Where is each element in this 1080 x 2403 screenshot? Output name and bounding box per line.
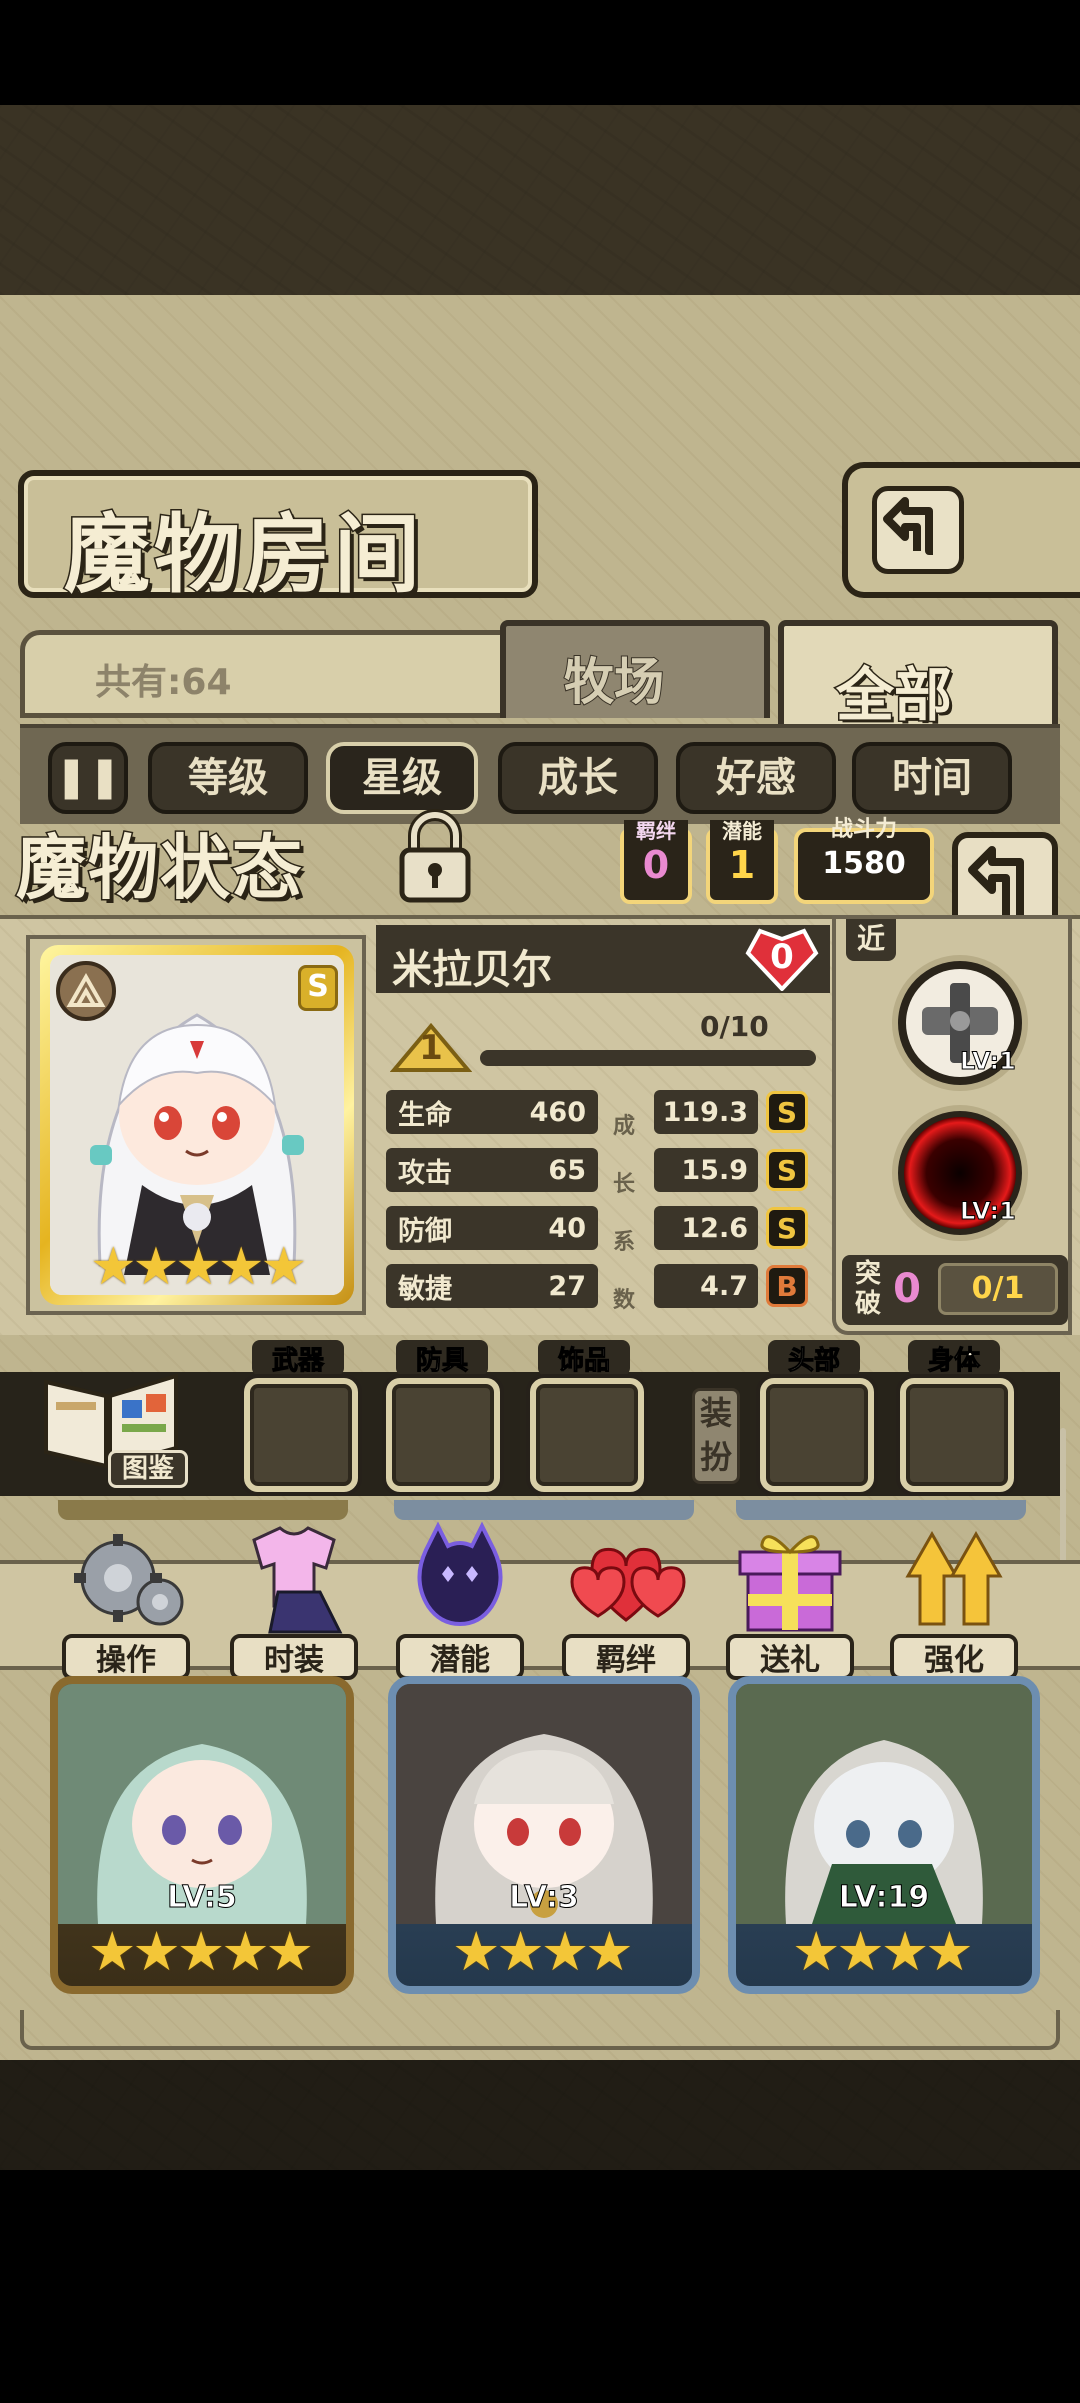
sort-time[interactable]: 时间: [852, 742, 1012, 814]
card-behind-2: [394, 1500, 694, 1520]
growth-coefficient-label: 成长系数: [612, 1114, 635, 1313]
action-operate[interactable]: 操作: [62, 1520, 190, 1680]
skill-panel: 近 LV:1 LV:1 突破 0 0/1: [832, 915, 1072, 1335]
sort-star[interactable]: 星级: [326, 742, 478, 814]
slot-label-armor: 防具: [396, 1340, 488, 1376]
equip-slot-accessory[interactable]: [530, 1378, 644, 1492]
portrait-frame: S ★★★★★: [26, 935, 366, 1315]
monster-name: 米拉贝尔: [392, 947, 552, 993]
skill-slot-1[interactable]: LV:1: [892, 955, 1028, 1091]
tab-ranch[interactable]: 牧场: [500, 620, 770, 718]
action-gift[interactable]: 送礼: [726, 1520, 854, 1680]
map-backdrop-top: [0, 105, 1080, 295]
game-screen: 魔物房间 共有:64 牧场 全部 ❚❚ 等级 星级 成长 好感 时间 魔物状态 …: [0, 0, 1080, 2403]
level-badge: 1: [389, 1020, 473, 1076]
growth-atk: 15.9: [654, 1148, 758, 1192]
gear-icon: [74, 1534, 184, 1626]
card-level: LV:19: [838, 1880, 930, 1916]
upgrade-arrows-icon: [905, 1530, 1003, 1626]
action-bond[interactable]: 羁绊: [562, 1520, 690, 1680]
action-enhance[interactable]: 强化: [890, 1520, 1018, 1680]
padlock-icon: [399, 809, 471, 903]
card-stars: ★★★★: [452, 1920, 634, 1983]
monster-portrait: S ★★★★★: [50, 955, 344, 1295]
stat-row-def: 防御 40: [386, 1206, 598, 1250]
affection-heart: 0: [742, 925, 822, 992]
card-level: LV:5: [167, 1880, 238, 1916]
portrait-card: S ★★★★★: [40, 945, 354, 1305]
card-behind-1: [58, 1500, 348, 1520]
equip-slot-body[interactable]: [900, 1378, 1014, 1492]
class-emblem-icon: [56, 961, 116, 1021]
grade-atk: S: [766, 1149, 808, 1191]
breakthrough-value: 0: [893, 1266, 921, 1312]
monster-card-3[interactable]: LV:19 ★★★★: [728, 1676, 1040, 1994]
hearts-icon: [570, 1547, 686, 1622]
monster-card-2[interactable]: LV:3 ★★★★: [388, 1676, 700, 1994]
exp-text: 0/10: [700, 1010, 769, 1043]
return-arrow-icon: [872, 486, 964, 574]
action-costume[interactable]: 时装: [230, 1520, 358, 1680]
page-title: 魔物房间: [63, 504, 424, 607]
encyclopedia-button[interactable]: 图鉴: [36, 1362, 196, 1492]
name-bar: 米拉贝尔 0: [376, 925, 830, 993]
exp-bar: [480, 1050, 816, 1066]
costume-icon: [252, 1526, 343, 1634]
sort-affection[interactable]: 好感: [676, 742, 836, 814]
equip-slot-weapon[interactable]: [244, 1378, 358, 1492]
potential-indicator: 潜能 1: [706, 820, 778, 904]
grade-agi: B: [766, 1265, 808, 1307]
monster-card-1[interactable]: LV:5 ★★★★★: [50, 1676, 354, 1994]
card-stars: ★★★★: [792, 1920, 974, 1983]
slot-label-accessory: 饰品: [538, 1340, 630, 1376]
stat-row-atk: 攻击 65: [386, 1148, 598, 1192]
attack-type-label: 近: [846, 919, 896, 961]
pause-icon: ❚❚: [54, 754, 122, 800]
stat-row-agi: 敏捷 27: [386, 1264, 598, 1308]
back-button[interactable]: [842, 462, 1080, 598]
equip-slot-head[interactable]: [760, 1378, 874, 1492]
gift-icon: [738, 1535, 842, 1632]
grid-frame-bottom: [20, 2010, 1060, 2050]
sort-level[interactable]: 等级: [148, 742, 308, 814]
dress-up-label: 装扮: [692, 1388, 740, 1484]
slot-label-weapon: 武器: [252, 1340, 344, 1376]
grade-badge: S: [298, 965, 338, 1011]
tab-all[interactable]: 全部: [778, 620, 1058, 731]
growth-hp: 119.3: [654, 1090, 758, 1134]
lock-button[interactable]: [380, 806, 490, 906]
return-arrow-icon: [968, 846, 1024, 918]
portrait-stars: ★★★★★: [90, 1237, 307, 1295]
stat-row-hp: 生命 460: [386, 1090, 598, 1134]
skill-slot-2[interactable]: LV:1: [892, 1105, 1028, 1241]
room-title-box: 魔物房间: [18, 470, 538, 607]
sort-growth[interactable]: 成长: [498, 742, 658, 814]
slot-label-body: 身体: [908, 1340, 1000, 1376]
sort-toggle-button[interactable]: ❚❚: [48, 742, 128, 814]
grade-hp: S: [766, 1091, 808, 1133]
action-potential[interactable]: 潜能: [396, 1520, 524, 1680]
breakthrough-label: 突破: [854, 1259, 881, 1319]
card-level: LV:3: [509, 1880, 580, 1916]
equip-slot-armor[interactable]: [386, 1378, 500, 1492]
growth-agi: 4.7: [654, 1264, 758, 1308]
slot-label-head: 头部: [768, 1340, 860, 1376]
monster-count: 共有:64: [95, 662, 232, 703]
map-backdrop-bottom: [0, 2060, 1080, 2170]
bond-indicator: 羁绊 0: [620, 820, 692, 904]
card-behind-3: [736, 1500, 1026, 1520]
breakthrough-row: 突破 0 0/1: [842, 1255, 1068, 1325]
growth-def: 12.6: [654, 1206, 758, 1250]
grade-def: S: [766, 1207, 808, 1249]
card-stars: ★★★★★: [88, 1920, 314, 1983]
power-indicator: 战斗力 1580: [794, 818, 934, 904]
status-title: 魔物状态: [15, 826, 304, 911]
shadow-demon-icon: [417, 1521, 503, 1627]
breakthrough-progress: 0/1: [938, 1263, 1058, 1315]
